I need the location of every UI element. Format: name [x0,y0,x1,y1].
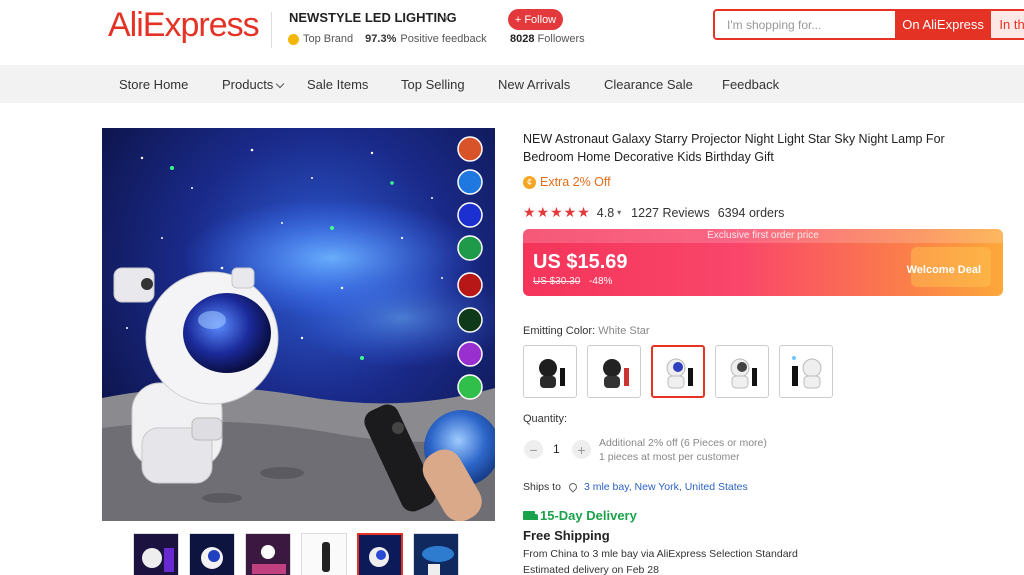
rating-score[interactable]: 4.8 [597,206,614,220]
ships-to-row: Ships to 3 mle bay, New York, United Sta… [523,481,748,493]
color-label: Emitting Color: White Star [523,325,650,337]
nav-feedback[interactable]: Feedback [722,77,779,92]
nav-new-arrivals[interactable]: New Arrivals [498,77,570,92]
search-input[interactable] [715,11,895,38]
color-swatches [523,345,833,398]
quantity-note-line2: 1 pieces at most per customer [599,451,740,463]
quantity-decrease-button[interactable]: − [524,440,543,459]
thumbnail-selected[interactable] [357,533,403,575]
followers-count: 8028 [510,33,535,45]
top-brand-label: Top Brand [303,33,354,45]
delivery-label: 15-Day Delivery [540,508,637,523]
store-meta: Top Brand 97.3% Positive feedback [288,33,487,45]
color-label-text: Emitting Color: [523,325,596,337]
discount-percent: -48% [589,276,613,287]
nav-store-home[interactable]: Store Home [119,77,188,92]
quantity-increase-button[interactable]: + [572,440,591,459]
search-in-store-button[interactable]: In th [991,11,1024,38]
old-price-row: US $30.30 -48% [533,276,612,287]
chevron-down-icon [276,79,285,89]
estimated-delivery: Estimated delivery on Feb 28 [523,564,659,575]
quantity-value[interactable]: 1 [553,442,560,456]
header: AliExpress NEWSTYLE LED LIGHTING ▾ Top B… [0,0,1024,64]
price-box: Exclusive first order price US $15.69 US… [523,229,1003,296]
nav-clearance-sale[interactable]: Clearance Sale [604,77,693,92]
reviews-link[interactable]: 1227 Reviews [631,206,710,220]
followers: 8028 Followers [510,33,585,45]
orders-count: 6394 orders [717,205,785,220]
nav-products[interactable]: Products [222,77,285,92]
color-value: White Star [598,325,650,337]
search-bar: On AliExpress In th [713,9,1024,40]
product-main-image[interactable] [102,128,495,521]
positive-feedback-label: Positive feedback [400,33,487,45]
chevron-down-icon[interactable]: ▾ [444,13,449,24]
ships-to-label: Ships to [523,481,561,493]
free-shipping-label: Free Shipping [523,528,610,543]
nav-sale-items[interactable]: Sale Items [307,77,368,92]
positive-feedback-pct: 97.3% [365,33,397,45]
extra-off-badge[interactable]: ¢ Extra 2% Off [523,175,611,189]
aliexpress-logo[interactable]: AliExpress [108,6,260,45]
quantity-note: Additional 2% off (6 Pieces or more) 1 p… [599,436,767,464]
thumbnail[interactable] [189,533,235,575]
original-price: US $30.30 [533,276,581,287]
thumbnail[interactable] [133,533,179,575]
color-option-white-bundle[interactable] [779,345,833,398]
extra-off-label: Extra 2% Off [540,175,611,189]
thumbnail[interactable] [245,533,291,575]
thumbnail-row [133,533,459,575]
quantity-label: Quantity: [523,413,568,425]
chevron-down-icon[interactable]: ▾ [617,208,621,217]
divider [271,12,272,48]
rating-row: ★★★★★ 4.8 ▾ 1227 Reviews 6394 orders [523,204,784,221]
location-pin-icon [567,481,579,493]
trophy-icon [288,33,299,45]
search-on-aliexpress-button[interactable]: On AliExpress [894,11,992,38]
star-rating-icon: ★★★★★ [523,204,591,220]
color-option-black-2[interactable] [587,345,641,398]
thumbnail[interactable] [301,533,347,575]
product-title: NEW Astronaut Galaxy Starry Projector Ni… [523,132,945,164]
follow-button[interactable]: + Follow [508,9,563,30]
welcome-deal-label: Welcome Deal [906,264,981,276]
store-nav: Store Home Products Sale Items Top Selli… [0,65,1024,103]
delivery-row: 15-Day Delivery [523,508,637,523]
thumbnail[interactable] [413,533,459,575]
truck-icon [523,511,538,520]
product-image-art [102,128,495,521]
store-name[interactable]: NEWSTYLE LED LIGHTING [289,10,457,25]
current-price: US $15.69 [533,251,628,273]
color-option-black[interactable] [523,345,577,398]
followers-label: Followers [537,33,585,45]
nav-products-label: Products [222,77,274,92]
ships-to-location[interactable]: 3 mle bay, New York, United States [584,481,748,493]
coin-icon: ¢ [523,175,536,189]
color-option-white-star[interactable] [651,345,705,398]
nav-top-selling[interactable]: Top Selling [401,77,465,92]
shipping-route: From China to 3 mle bay via AliExpress S… [523,548,798,560]
projection-color-strip [454,134,486,414]
color-option-white[interactable] [715,345,769,398]
quantity-note-line1: Additional 2% off (6 Pieces or more) [599,437,767,449]
price-banner: Exclusive first order price [523,229,1003,243]
